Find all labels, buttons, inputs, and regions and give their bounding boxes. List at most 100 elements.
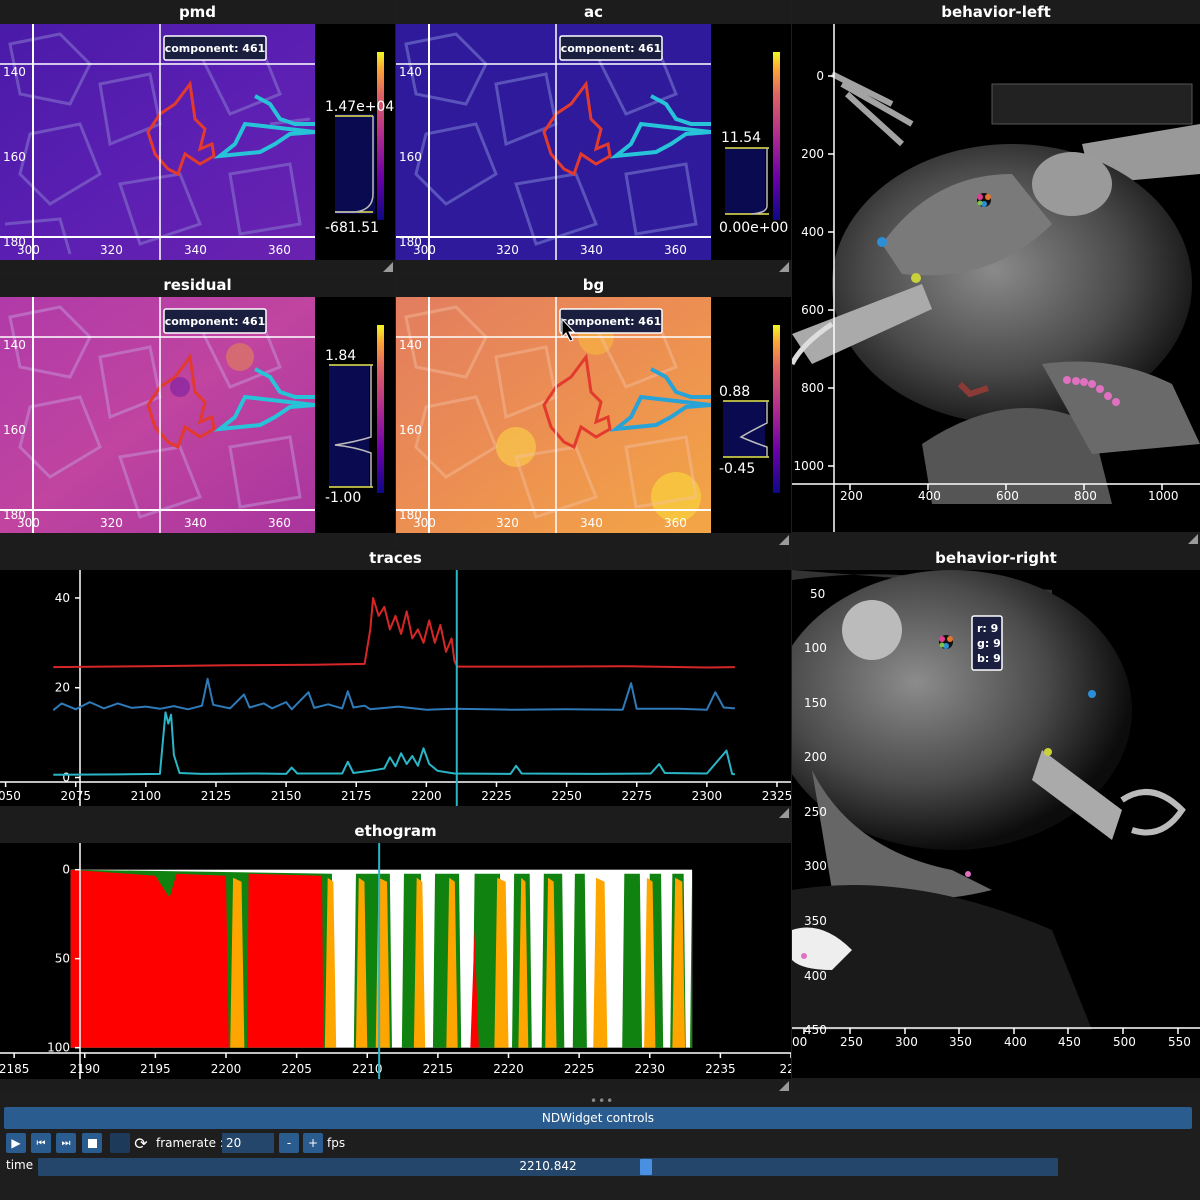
residual-xtick-300: 300 [17,516,40,530]
residual-title: residual [163,276,232,294]
stop-button[interactable] [82,1133,102,1153]
bg-image[interactable]: 140 160 180 300 320 340 360 component: 4… [396,297,711,533]
framerate-increment-button[interactable]: + [303,1133,323,1153]
pmd-colorbar[interactable]: 1.47e+04 -681.51 [315,24,395,260]
time-slider[interactable]: 2210.842 [38,1158,1058,1176]
pmd-title: pmd [178,3,217,21]
step-back-button[interactable]: ⏮ [31,1133,51,1153]
traces-y-tick-label: 0 [62,771,70,785]
ac-colorbar[interactable]: 11.54 0.00e+00 [711,24,791,260]
br-ytick-100: 100 [804,641,827,655]
bl-xtick-400: 400 [918,489,941,503]
time-slider-handle[interactable] [639,1159,652,1175]
br-ytick-200: 200 [804,750,827,764]
ac-xtick-360: 360 [664,243,687,257]
traces-x-tick-label: 2125 [201,789,232,803]
bl-ytick-600: 600 [801,303,824,317]
ac-image[interactable]: 140 160 180 300 320 340 360 component: 4… [396,24,711,260]
bl-ytick-400: 400 [801,225,824,239]
ac-xtick-320: 320 [496,243,519,257]
traces-chart: 2050 2075 2100 2125 2150 2175 2200 2225 2250 2275… [0,570,791,806]
fps-label: fps [327,1136,346,1150]
residual-image[interactable]: 140 160 180 300 320 340 360 component: 4… [0,297,315,533]
traces-x-tick-label: 2250 [551,789,582,803]
ac-ytick-140: 140 [399,65,422,79]
br-xtick-300: 300 [895,1035,918,1049]
traces-x-tick-label: 2075 [60,789,91,803]
behavior-left-resize-handle[interactable] [1188,534,1198,544]
framerate-input[interactable] [222,1133,274,1153]
step-forward-button[interactable]: ⏭ [56,1133,76,1153]
bg-ytick-140: 140 [399,338,422,352]
br-ytick-150: 150 [804,696,827,710]
framerate-decrement-button[interactable]: - [279,1133,299,1153]
splitter-dots[interactable]: ••• [590,1094,614,1108]
loop-icon: ⟳ [134,1133,148,1153]
traces-y-tick-label: 20 [55,681,70,695]
behavior-left-panel: behavior-left 200 400 600 800 1000 0 200… [792,0,1200,545]
ethogram-resize-handle[interactable] [779,1081,789,1091]
ethogram-chart: 2185 2190 2195 2200 2205 2210 2215 2220 2225 2230… [0,843,791,1079]
time-slider-value: 2210.842 [519,1159,577,1173]
residual-xtick-360: 360 [268,516,291,530]
ac-title: ac [583,3,603,21]
pmd-ytick-160: 160 [3,150,26,164]
bg-ytick-160: 160 [399,423,422,437]
br-xtick-550: 550 [1168,1035,1191,1049]
ethogram-y-tick-label: 0 [62,863,70,877]
br-xtick-500: 500 [1113,1035,1136,1049]
pmd-cmax: 1.47e+04 [325,99,394,115]
br-xtick-450: 450 [1058,1035,1081,1049]
behavior-right-image[interactable]: 00 250 300 350 400 450 500 550 50 100 15… [792,570,1200,1078]
bg-title: bg [582,276,605,294]
traces-x-tick-label: 2300 [692,789,723,803]
ethogram-x-tick-label: 2205 [281,1062,312,1076]
bg-resize-handle[interactable] [779,535,789,545]
ethogram-x-tick-label: 2220 [493,1062,524,1076]
traces-title: traces [369,549,422,567]
ethogram-x-tick-label: 2215 [423,1062,454,1076]
bg-xtick-300: 300 [413,516,436,530]
br-ytick-450: 450 [804,1023,827,1037]
traces-resize-handle[interactable] [779,808,789,818]
residual-ytick-140: 140 [3,338,26,352]
pixel-info-g: g: 9 [977,637,1001,650]
ethogram-y-tick-label: 50 [55,952,70,966]
ethogram-x-tick-label: 2230 [634,1062,665,1076]
traces-x-tick-label: 2325 [762,789,791,803]
bg-colorbar[interactable]: 0.88 -0.45 [711,297,791,533]
ac-cmin: 0.00e+00 [719,220,788,236]
behavior-left-title: behavior-left [941,3,1051,21]
play-button[interactable]: ▶ [6,1133,26,1153]
residual-ytick-160: 160 [3,423,26,437]
pmd-xtick-320: 320 [100,243,123,257]
br-ytick-350: 350 [804,914,827,928]
play-icon: ▶ [11,1136,21,1150]
residual-panel: residual 140 160 180 300 320 340 360 com… [0,273,395,545]
ac-xtick-340: 340 [580,243,603,257]
ethogram-red-bout [70,869,229,1048]
traces-x-tick-label: 2200 [411,789,442,803]
behavior-left-image[interactable]: 200 400 600 800 1000 0 200 400 600 800 1… [792,24,1200,532]
traces-plot[interactable]: 2050 2075 2100 2125 2150 2175 2200 2225 2250 2275… [0,570,791,806]
residual-cmin: -1.00 [325,490,361,506]
skip-forward-icon: ⏭ [61,1137,71,1149]
ethogram-x-tick-label: 2200 [211,1062,242,1076]
bl-ytick-200: 200 [801,147,824,161]
traces-panel: traces 205020752100212521502175220022252… [0,546,791,818]
bg-tooltip: component: 461 [561,315,662,328]
ethogram-x-tick-label: 2225 [564,1062,595,1076]
controls-header[interactable]: NDWidget controls [4,1107,1192,1129]
ethogram-x-tick-label: 2185 [0,1062,29,1076]
ethogram-plot[interactable]: 2185 2190 2195 2200 2205 2210 2215 2220 2225 2230… [0,843,791,1079]
ethogram-x-tick-label: 2235 [705,1062,736,1076]
br-xtick-00: 00 [792,1035,807,1049]
pmd-image[interactable]: 140 160 180 300 320 340 360 component: 4… [0,24,315,260]
residual-colorbar[interactable]: 1.84 -1.00 [315,297,395,533]
ac-resize-handle[interactable] [779,262,789,272]
loop-checkbox[interactable] [110,1133,130,1153]
br-ytick-300: 300 [804,859,827,873]
stop-icon [87,1138,97,1148]
pmd-resize-handle[interactable] [383,262,393,272]
br-ytick-50: 50 [810,587,825,601]
